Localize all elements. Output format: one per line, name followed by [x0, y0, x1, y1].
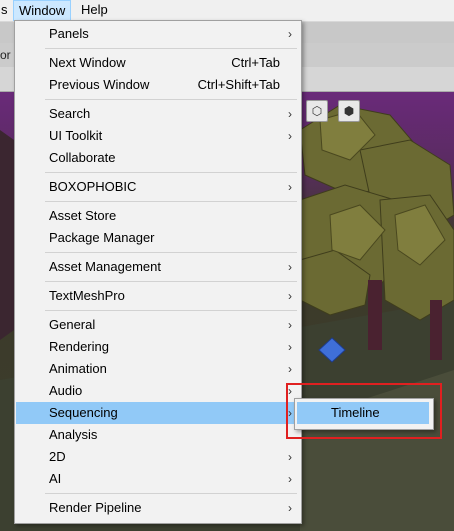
menu-item-animation[interactable]: Animation ›: [16, 358, 300, 380]
menu-item-audio[interactable]: Audio ›: [16, 380, 300, 402]
chevron-right-icon: ›: [288, 289, 292, 303]
menu-separator: [45, 48, 297, 49]
menu-item-label: General: [49, 317, 96, 332]
chevron-right-icon: ›: [288, 27, 292, 41]
chevron-right-icon: ›: [288, 107, 292, 121]
menu-item-label: Collaborate: [49, 150, 116, 165]
menu-item-label: TextMeshPro: [49, 288, 125, 303]
menu-item-previous-window[interactable]: Previous Window Ctrl+Shift+Tab: [16, 74, 300, 96]
menu-item-help[interactable]: Help: [76, 0, 113, 20]
menu-item-textmeshpro[interactable]: TextMeshPro ›: [16, 285, 300, 307]
menu-separator: [45, 281, 297, 282]
menu-item-label: Next Window: [49, 55, 126, 70]
sequencing-submenu: Timeline: [294, 398, 434, 430]
menu-item-next-window[interactable]: Next Window Ctrl+Tab: [16, 52, 300, 74]
menu-item-collaborate[interactable]: Collaborate: [16, 147, 300, 169]
menu-item-label: Animation: [49, 361, 107, 376]
menu-item-sequencing[interactable]: Sequencing ›: [16, 402, 300, 424]
chevron-right-icon: ›: [288, 406, 292, 420]
menu-item-truncated[interactable]: s: [0, 0, 13, 20]
menu-separator: [45, 172, 297, 173]
menu-separator: [45, 201, 297, 202]
chevron-right-icon: ›: [288, 501, 292, 515]
menu-item-panels[interactable]: Panels ›: [16, 23, 300, 45]
menu-item-label: Panels: [49, 26, 89, 41]
menu-bar: s Window Help: [0, 0, 454, 22]
menu-item-shortcut: Ctrl+Shift+Tab: [197, 77, 280, 92]
menu-item-label: Package Manager: [49, 230, 155, 245]
chevron-right-icon: ›: [288, 180, 292, 194]
menu-item-label: Analysis: [49, 427, 98, 442]
chevron-right-icon: ›: [288, 318, 292, 332]
window-menu-dropdown: Panels › Next Window Ctrl+Tab Previous W…: [14, 20, 302, 524]
chevron-right-icon: ›: [288, 129, 292, 143]
menu-item-label: Search: [49, 106, 91, 121]
menu-item-window[interactable]: Window: [13, 0, 72, 21]
menu-separator: [45, 310, 297, 311]
menu-item-label: Previous Window: [49, 77, 150, 92]
menu-item-timeline[interactable]: Timeline: [297, 402, 429, 424]
truncated-tab-label: or: [0, 48, 11, 62]
menu-item-label: UI Toolkit: [49, 128, 103, 143]
chevron-right-icon: ›: [288, 260, 292, 274]
menu-item-asset-management[interactable]: Asset Management ›: [16, 256, 300, 278]
menu-item-label: Asset Store: [49, 208, 117, 223]
menu-item-label: Audio: [49, 383, 83, 398]
menu-item-shortcut: Ctrl+Tab: [231, 55, 280, 70]
menu-item-label: Sequencing: [49, 405, 118, 420]
chevron-right-icon: ›: [288, 362, 292, 376]
menu-item-label: Render Pipeline: [49, 500, 142, 515]
menu-item-rendering[interactable]: Rendering ›: [16, 336, 300, 358]
menu-item-label: AI: [49, 471, 62, 486]
chevron-right-icon: ›: [288, 384, 292, 398]
menu-item-package-manager[interactable]: Package Manager: [16, 227, 300, 249]
cube-view-icon[interactable]: ⬡: [306, 100, 328, 122]
menu-item-label: Asset Management: [49, 259, 162, 274]
chevron-right-icon: ›: [288, 472, 292, 486]
menu-item-render-pipeline[interactable]: Render Pipeline ›: [16, 497, 300, 519]
menu-item-general[interactable]: General ›: [16, 314, 300, 336]
menu-separator: [45, 99, 297, 100]
menu-item-label: Timeline: [331, 405, 380, 420]
menu-item-label: 2D: [49, 449, 66, 464]
chevron-right-icon: ›: [288, 450, 292, 464]
chevron-right-icon: ›: [288, 340, 292, 354]
menu-item-asset-store[interactable]: Asset Store: [16, 205, 300, 227]
menu-item-boxophobic[interactable]: BOXOPHOBIC ›: [16, 176, 300, 198]
menu-item-2d[interactable]: 2D ›: [16, 446, 300, 468]
menu-item-search[interactable]: Search ›: [16, 103, 300, 125]
menu-separator: [45, 252, 297, 253]
menu-item-analysis[interactable]: Analysis: [16, 424, 300, 446]
menu-item-ui-toolkit[interactable]: UI Toolkit ›: [16, 125, 300, 147]
menu-item-label: BOXOPHOBIC: [49, 179, 137, 194]
menu-separator: [45, 493, 297, 494]
menu-item-ai[interactable]: AI ›: [16, 468, 300, 490]
menu-item-label: Rendering: [49, 339, 109, 354]
cube-shaded-icon[interactable]: ⬢: [338, 100, 360, 122]
